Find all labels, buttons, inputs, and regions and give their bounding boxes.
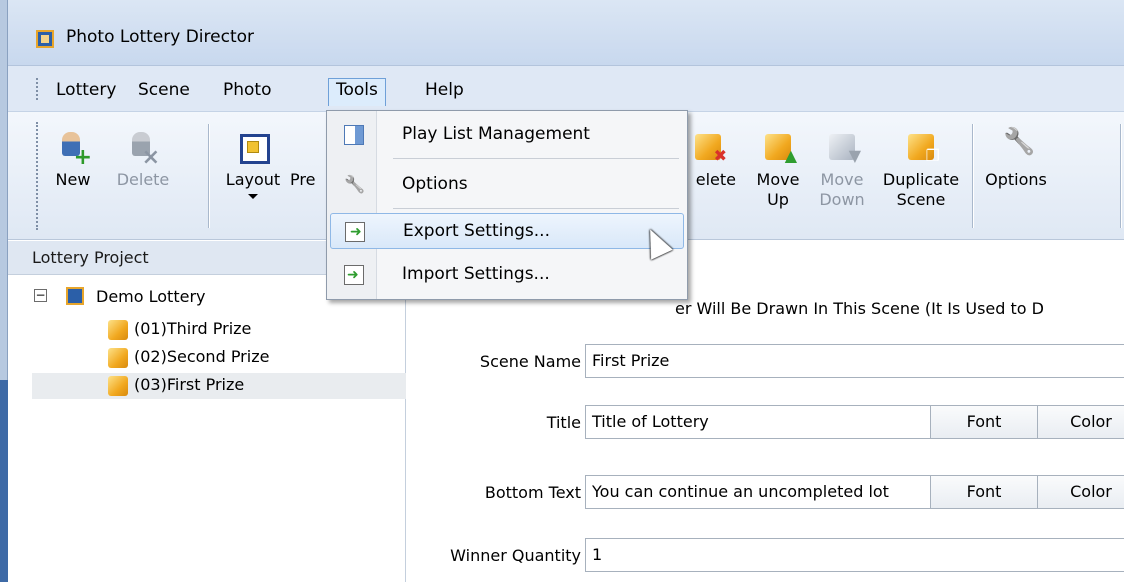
options-button[interactable]: Options [980,130,1052,190]
move-down-button[interactable]: ▼ Move Down [816,130,868,210]
toolbar-separator [1120,124,1121,228]
layout-dropdown-arrow-icon [248,194,258,199]
menu-item-label: Play List Management [402,124,590,144]
move-up-label-line2: Up [767,190,789,209]
move-up-label-line1: Move [756,170,800,189]
menu-item-label: Export Settings... [403,221,550,241]
move-down-label-line1: Move [820,170,864,189]
scene-cube-icon [108,348,128,368]
layout-label: Layout [225,170,281,189]
export-icon [345,222,365,242]
title-bar[interactable]: Photo Lottery Director [8,0,1124,66]
winner-quantity-label: Winner Quantity [450,546,581,565]
new-button[interactable]: New [48,130,98,190]
menu-bar: Lottery Scene Photo Tools Help [8,66,1124,112]
delete-scene-label: elete [695,170,736,189]
bottom-text-input[interactable]: You can continue an uncompleted lot [585,475,931,509]
winner-hint-text: er Will Be Drawn In This Scene (It Is Us… [675,299,1044,318]
preview-icon [293,130,327,164]
preview-button[interactable]: Pre [290,130,330,190]
delete-label: Delete [116,170,170,189]
tree-item-label: (02)Second Prize [134,347,270,366]
menu-lottery[interactable]: Lottery [49,78,123,106]
move-up-icon: ▲ [761,130,797,165]
winner-quantity-input[interactable]: 1 [585,538,1124,572]
scene-name-label: Scene Name [479,352,581,371]
delete-scene-icon: ✖ [691,130,727,165]
window-title: Photo Lottery Director [66,27,255,47]
title-label: Title [546,413,581,432]
new-project-icon [56,130,92,168]
toolbar-separator [208,124,209,228]
bottom-text-color-button[interactable]: Color [1037,475,1124,509]
toolbar-grip[interactable] [36,122,39,230]
tree-item-label: (01)Third Prize [134,319,252,338]
duplicate-scene-button[interactable]: ❐ Duplicate Scene [878,130,964,210]
title-color-button[interactable]: Color [1037,405,1124,439]
menu-separator [393,158,679,159]
menu-photo[interactable]: Photo [216,78,279,106]
duplicate-label-line1: Duplicate [882,170,960,189]
move-up-button[interactable]: ▲ Move Up [752,130,804,210]
new-label: New [55,170,91,189]
menu-separator [393,208,679,209]
tree-item-label: (03)First Prize [134,375,245,394]
menu-scene[interactable]: Scene [131,78,197,106]
toolbar-separator [972,124,973,228]
scene-cube-icon [108,376,128,396]
menu-item-options[interactable]: Options [330,167,684,203]
scene-cube-icon [108,320,128,340]
layout-button[interactable]: Layout [220,130,286,199]
app-icon [36,30,54,48]
wrench-icon [344,175,364,195]
playlist-icon [344,125,364,145]
menu-item-play-list-management[interactable]: Play List Management [330,117,684,153]
menu-help[interactable]: Help [418,78,471,106]
app-window: Photo Lottery Director Lottery Scene Pho… [0,0,1124,582]
delete-scene-button[interactable]: ✖ elete [680,130,736,190]
delete-button[interactable]: Delete [112,130,174,190]
menu-item-label: Import Settings... [402,264,550,284]
layout-icon [236,130,270,164]
tree-item-second-prize[interactable]: (02)Second Prize [8,345,406,371]
bottom-text-label: Bottom Text [484,483,581,502]
menu-item-label: Options [402,174,468,194]
bottom-text-font-button[interactable]: Font [930,475,1038,509]
preview-label: Pre [290,170,316,189]
menubar-grip[interactable] [36,78,39,100]
menu-tools[interactable]: Tools [328,78,386,106]
tree-item-first-prize[interactable]: (03)First Prize [32,373,406,399]
collapse-icon[interactable]: − [34,289,47,302]
title-font-button[interactable]: Font [930,405,1038,439]
duplicate-scene-icon: ❐ [904,130,940,165]
duplicate-label-line2: Scene [896,190,946,209]
lottery-icon [66,287,84,305]
tree-root-label: Demo Lottery [96,287,206,306]
menu-item-export-settings[interactable]: Export Settings... [330,213,684,249]
wrench-icon [999,130,1033,164]
panel-title: Lottery Project [32,248,149,267]
title-input[interactable]: Title of Lottery [585,405,931,439]
delete-project-icon [126,130,160,168]
move-down-label-line2: Down [819,190,865,209]
menu-item-import-settings[interactable]: Import Settings... [330,257,684,293]
options-label: Options [985,170,1047,189]
window-left-border [0,0,8,582]
scene-name-input[interactable]: First Prize [585,344,1124,378]
import-icon [344,265,364,285]
tree-item-third-prize[interactable]: (01)Third Prize [8,317,406,343]
tools-menu: Play List Management Options Export Sett… [326,110,688,300]
move-down-icon: ▼ [825,130,861,165]
